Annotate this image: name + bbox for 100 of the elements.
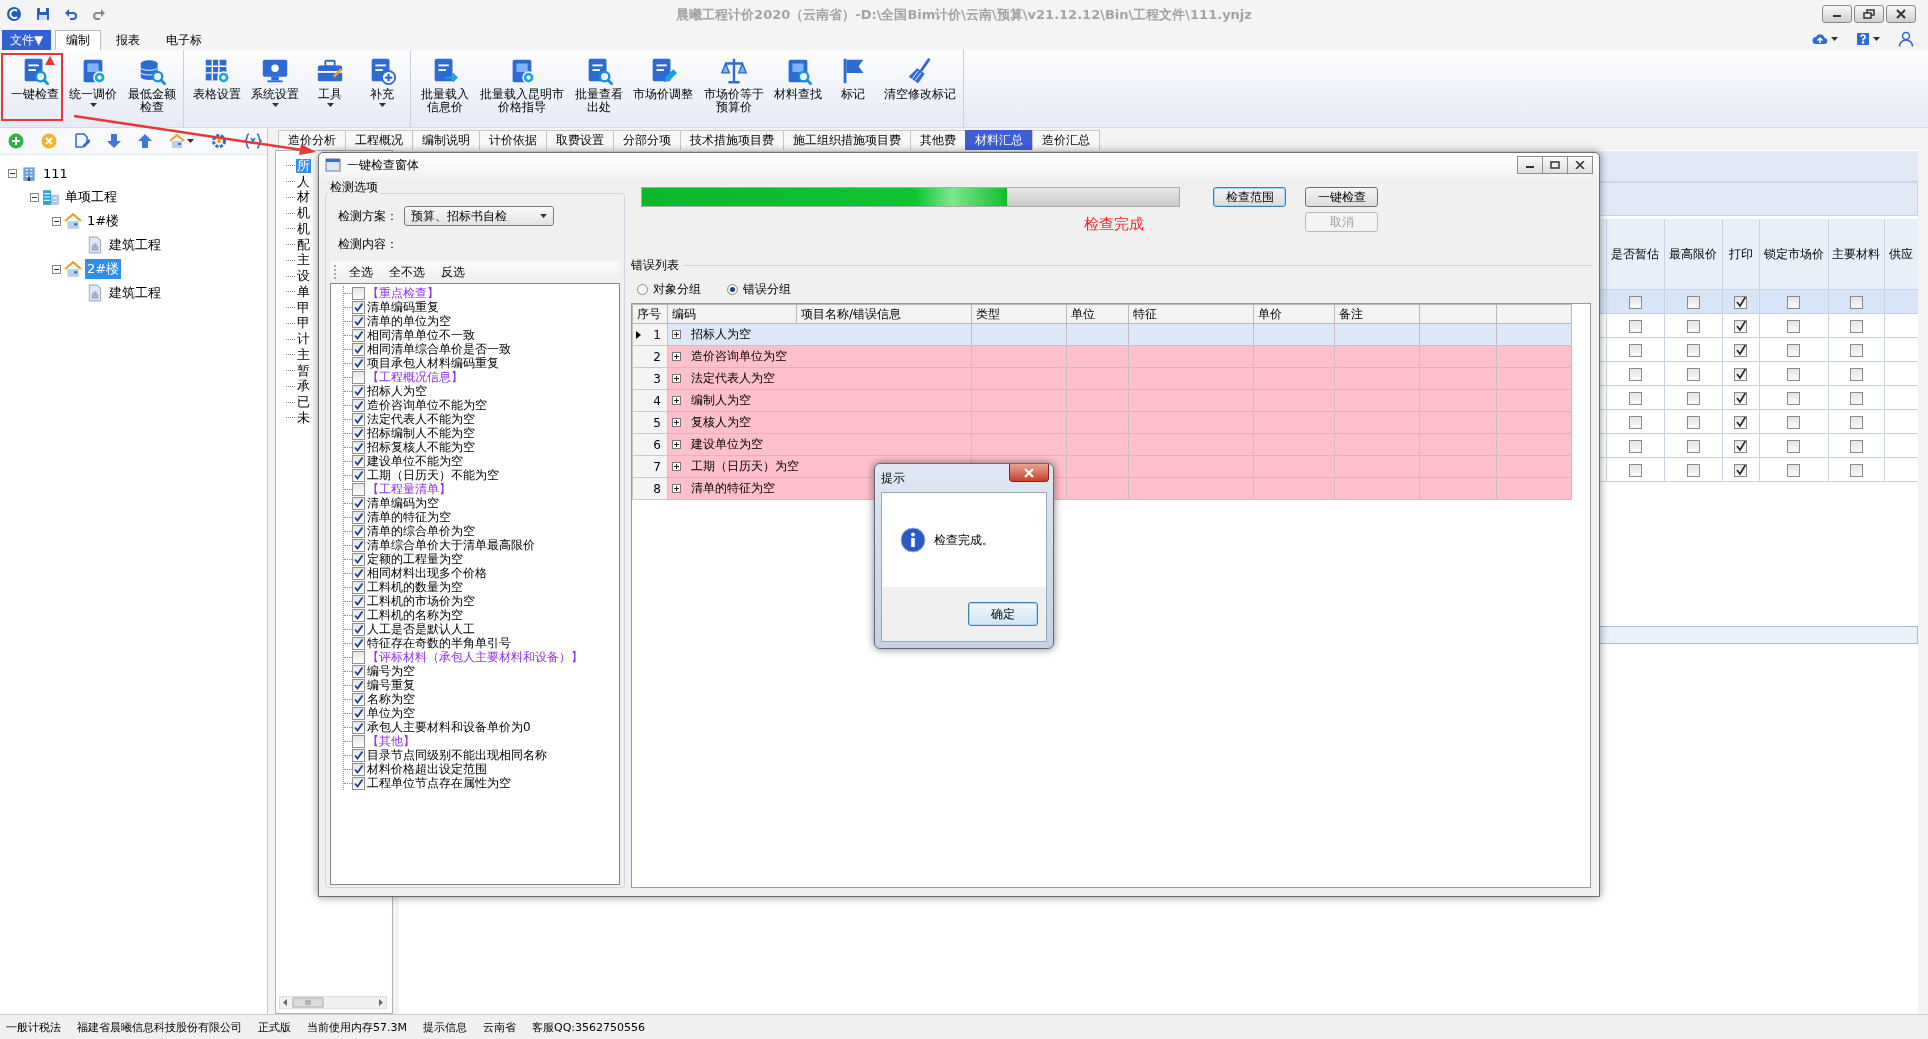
arrow-down-icon[interactable] bbox=[107, 133, 121, 149]
table-cell[interactable] bbox=[1884, 361, 1918, 386]
checkbox[interactable] bbox=[352, 314, 365, 328]
tree-item[interactable]: 机 bbox=[296, 206, 311, 221]
collapse-toggle-icon[interactable] bbox=[8, 168, 17, 178]
ribbon-button[interactable]: 工具 bbox=[304, 54, 356, 122]
close-button[interactable] bbox=[1009, 464, 1049, 482]
checkbox[interactable] bbox=[352, 580, 365, 594]
checkbox[interactable] bbox=[352, 286, 365, 300]
checkbox[interactable] bbox=[1628, 439, 1642, 453]
check-item[interactable]: 招标复核人不能为空 bbox=[367, 440, 475, 454]
check-item[interactable]: 工期（日历天）不能为空 bbox=[367, 468, 499, 482]
checkbox[interactable] bbox=[1787, 295, 1800, 309]
table-row[interactable]: 6 建设单位为空 bbox=[632, 433, 1572, 456]
check-item[interactable]: 工料机的名称为空 bbox=[367, 608, 463, 622]
checkbox[interactable] bbox=[352, 734, 365, 748]
tree-item[interactable]: 设 bbox=[296, 269, 311, 284]
checkbox[interactable] bbox=[352, 482, 365, 496]
checkbox[interactable] bbox=[352, 622, 365, 636]
check-item[interactable]: 相同清单综合单价是否一致 bbox=[367, 342, 511, 356]
settings-icon[interactable] bbox=[211, 133, 227, 149]
check-item[interactable]: 清单的综合单价为空 bbox=[367, 524, 475, 538]
save-icon[interactable] bbox=[36, 7, 50, 21]
tree-item[interactable]: 人 bbox=[296, 174, 311, 189]
expand-icon[interactable] bbox=[672, 352, 681, 361]
check-group[interactable]: 【重点检查】 bbox=[367, 286, 439, 300]
minimize-button[interactable] bbox=[1822, 5, 1852, 23]
checkbox[interactable] bbox=[352, 748, 365, 762]
checkbox[interactable] bbox=[352, 552, 365, 566]
checkbox[interactable] bbox=[1787, 367, 1800, 381]
ribbon-button[interactable]: 一键检查 bbox=[6, 54, 64, 122]
checkbox[interactable] bbox=[1734, 463, 1747, 477]
check-item[interactable]: 清单编码为空 bbox=[367, 496, 439, 510]
checkbox[interactable] bbox=[1849, 319, 1863, 333]
checkbox[interactable] bbox=[1628, 463, 1642, 477]
list-action-button[interactable]: 全选 bbox=[343, 261, 379, 283]
checkbox[interactable] bbox=[1686, 391, 1700, 405]
checkbox[interactable] bbox=[352, 356, 365, 370]
tree-item[interactable]: 甲 bbox=[296, 300, 311, 315]
checkbox[interactable] bbox=[1686, 343, 1700, 357]
checkbox[interactable] bbox=[352, 496, 365, 510]
check-item[interactable]: 建设单位不能为空 bbox=[367, 454, 463, 468]
tree-item[interactable]: 暂 bbox=[296, 363, 311, 378]
tree-item[interactable]: 建筑工程 bbox=[107, 283, 163, 303]
tab[interactable]: 取费设置 bbox=[546, 130, 614, 150]
tree-item[interactable]: 已 bbox=[296, 395, 311, 410]
checkbox[interactable] bbox=[352, 440, 365, 454]
check-item[interactable]: 招标编制人不能为空 bbox=[367, 426, 475, 440]
file-menu-button[interactable]: 文件▼ bbox=[2, 30, 52, 50]
check-item[interactable]: 承包人主要材料和设备单价为0 bbox=[367, 720, 531, 734]
table-cell[interactable] bbox=[1884, 289, 1918, 314]
check-group[interactable]: 【其他】 bbox=[367, 734, 415, 748]
cloud-upload-button[interactable] bbox=[1812, 33, 1838, 45]
checkbox[interactable] bbox=[1849, 439, 1863, 453]
check-item[interactable]: 特征存在奇数的半角单引号 bbox=[367, 636, 511, 650]
check-item[interactable]: 工程单位节点存在属性为空 bbox=[367, 776, 511, 790]
checkbox[interactable] bbox=[1787, 343, 1800, 357]
tree-item[interactable]: 材 bbox=[296, 190, 311, 205]
collapse-toggle-icon[interactable] bbox=[30, 192, 39, 202]
table-cell[interactable] bbox=[1884, 409, 1918, 434]
checkbox[interactable] bbox=[352, 398, 365, 412]
table-cell[interactable] bbox=[1884, 337, 1918, 362]
ribbon-button[interactable]: 清空修改标记 bbox=[879, 54, 961, 122]
list-action-button[interactable]: 反选 bbox=[435, 261, 471, 283]
check-item[interactable]: 编号重复 bbox=[367, 678, 415, 692]
checkbox[interactable] bbox=[1628, 415, 1642, 429]
table-row[interactable]: 4 编制人为空 bbox=[632, 389, 1572, 412]
tree-item[interactable]: 机 bbox=[296, 221, 311, 236]
list-action-button[interactable]: 全不选 bbox=[383, 261, 431, 283]
checkbox[interactable] bbox=[352, 636, 365, 650]
checkbox[interactable] bbox=[352, 426, 365, 440]
checkbox[interactable] bbox=[1734, 295, 1747, 309]
table-row[interactable]: 3 法定代表人为空 bbox=[632, 367, 1572, 390]
check-item[interactable]: 造价咨询单位不能为空 bbox=[367, 398, 487, 412]
checkbox[interactable] bbox=[1849, 295, 1863, 309]
checkbox[interactable] bbox=[1686, 295, 1700, 309]
table-cell[interactable] bbox=[1884, 385, 1918, 410]
restore-button[interactable] bbox=[1854, 5, 1884, 23]
checkbox[interactable] bbox=[1686, 463, 1700, 477]
check-item[interactable]: 定额的工程量为空 bbox=[367, 552, 463, 566]
table-cell[interactable] bbox=[1884, 433, 1918, 458]
checkbox[interactable] bbox=[1734, 367, 1747, 381]
radio-button[interactable]: 对象分组 bbox=[637, 281, 701, 298]
ribbon-button[interactable]: 市场价调整 bbox=[628, 54, 698, 122]
ribbon-button[interactable]: 最低金额检查 bbox=[122, 54, 181, 122]
table-row[interactable]: 1 招标人为空 bbox=[632, 323, 1572, 346]
ribbon-button[interactable]: 材料查找 bbox=[769, 54, 827, 122]
dialog-button[interactable]: 一键检查 bbox=[1305, 187, 1378, 207]
tab[interactable]: 其他费 bbox=[910, 130, 966, 150]
ribbon-button[interactable]: 批量载入昆明市价格指导 bbox=[474, 54, 569, 122]
ribbon-button[interactable]: 标记 bbox=[827, 54, 879, 122]
check-group[interactable]: 【评标材料（承包人主要材料和设备）】 bbox=[367, 650, 583, 664]
checkbox[interactable] bbox=[1734, 415, 1747, 429]
tab[interactable]: 施工组织措施项目费 bbox=[783, 130, 911, 150]
tree-item[interactable]: 111 bbox=[41, 164, 70, 182]
check-item[interactable]: 人工是否是默认人工 bbox=[367, 622, 475, 636]
checkbox[interactable] bbox=[352, 664, 365, 678]
checkbox[interactable] bbox=[1686, 415, 1700, 429]
radio-icon[interactable] bbox=[637, 284, 648, 295]
checkbox[interactable] bbox=[1849, 463, 1863, 477]
